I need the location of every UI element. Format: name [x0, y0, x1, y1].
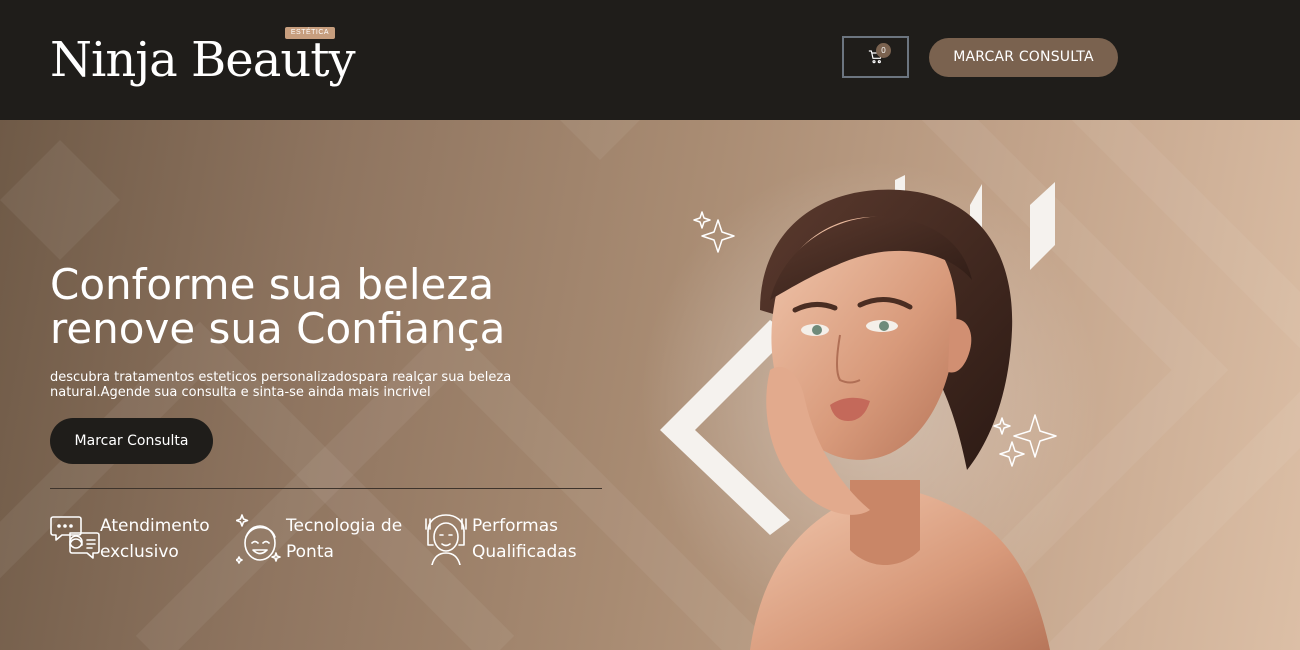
hero-headline-line-1: Conforme sua beleza — [50, 260, 495, 309]
logo[interactable]: Ninja Beauty — [50, 30, 356, 90]
feature-label: Tecnologia de Ponta — [286, 513, 402, 565]
chat-support-icon — [50, 516, 100, 559]
hero-subtext: descubra tratamentos esteticos personali… — [50, 370, 610, 400]
hero-consult-button[interactable]: Marcar Consulta — [50, 418, 213, 464]
feature-label-line-2: Ponta — [286, 542, 334, 562]
feature-item-technology: Tecnologia de Ponta — [236, 513, 402, 565]
hero-portrait-image — [660, 175, 1057, 650]
hero-headline-line-2: renove sua Confiança — [50, 304, 506, 353]
feature-label-line-2: Qualificadas — [472, 542, 577, 562]
feature-label-line-1: Performas — [472, 516, 559, 536]
header-consult-button[interactable]: MARCAR CONSULTA — [929, 38, 1118, 77]
hero-divider — [50, 488, 602, 489]
cart-button[interactable]: 0 — [842, 36, 909, 78]
feature-label-line-2: exclusivo — [100, 542, 179, 562]
feature-label: Atendimento exclusivo — [100, 513, 210, 565]
feature-label: Performas Qualificadas — [472, 513, 577, 565]
feature-item-exclusive-service: Atendimento exclusivo — [50, 513, 210, 565]
hero-subtext-line-1: descubra tratamentos esteticos personali… — [50, 370, 512, 385]
logo-badge: ESTÉTICA — [285, 27, 335, 39]
hero-headline: Conforme sua beleza renove sua Confiança — [50, 263, 610, 351]
hero-subtext-line-2: natural.Agende sua consulta e sinta-se a… — [50, 385, 431, 400]
face-sparkle-icon — [236, 514, 281, 564]
site-header: Ninja Beauty ESTÉTICA 0 MARCAR CONSULTA — [0, 0, 1300, 120]
cart-count-badge: 0 — [876, 43, 891, 58]
feature-item-qualified-performance: Performas Qualificadas — [422, 513, 577, 565]
facial-treatment-icon — [425, 514, 467, 565]
feature-label-line-1: Atendimento — [100, 516, 210, 536]
hero-section: Conforme sua beleza renove sua Confiança… — [0, 120, 1300, 650]
feature-label-line-1: Tecnologia de — [286, 516, 403, 536]
